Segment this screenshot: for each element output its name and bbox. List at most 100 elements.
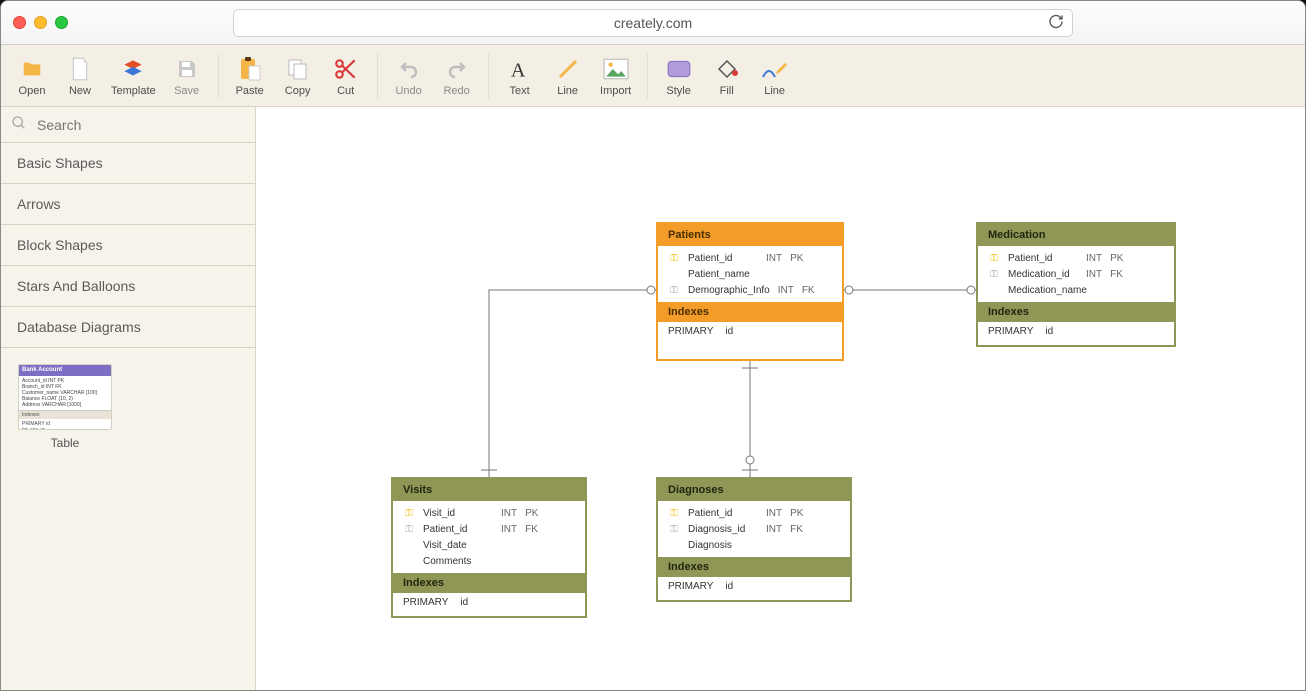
template-button[interactable]: Template [105, 48, 162, 104]
template-icon [119, 55, 147, 83]
reload-icon[interactable] [1048, 13, 1064, 32]
key-icon: ⚿ [668, 540, 680, 551]
search-input[interactable] [35, 116, 245, 134]
copy-button[interactable]: Copy [275, 48, 321, 104]
key-icon: ⚿ [668, 285, 680, 296]
key-icon: ⚿ [403, 556, 415, 567]
key-icon: ⚿ [668, 253, 680, 264]
folder-icon [18, 55, 46, 83]
undo-label: Undo [395, 85, 421, 97]
key-icon: ⚿ [403, 540, 415, 551]
fill-label: Fill [720, 85, 734, 97]
entity-title: Patients [658, 224, 842, 246]
entity-diagnoses[interactable]: Diagnoses ⚿ Patient_id INT PK ⚿ Diagnosi… [656, 477, 852, 602]
column-row: ⚿ Patient_name [668, 266, 832, 282]
sidebar-item-database-diagrams[interactable]: Database Diagrams [1, 307, 255, 348]
style-label: Style [666, 85, 690, 97]
index-row: PRIMARY id [658, 577, 850, 600]
key-icon: ⚿ [988, 285, 1000, 296]
toolbar-divider [218, 54, 219, 98]
column-row: ⚿ Patient_id INT PK [988, 250, 1164, 266]
toolbar-divider [647, 54, 648, 98]
search-box[interactable] [1, 107, 255, 143]
line-style-label: Line [764, 85, 785, 97]
sidebar-item-arrows[interactable]: Arrows [1, 184, 255, 225]
fill-button[interactable]: Fill [704, 48, 750, 104]
template-label: Template [111, 85, 156, 97]
import-button[interactable]: Import [593, 48, 639, 104]
toolbar-divider [488, 54, 489, 98]
redo-label: Redo [443, 85, 469, 97]
undo-button[interactable]: Undo [386, 48, 432, 104]
sidebar-item-basic-shapes[interactable]: Basic Shapes [1, 143, 255, 184]
save-icon [173, 55, 201, 83]
app-body: Basic Shapes Arrows Block Shapes Stars A… [1, 107, 1305, 690]
index-row: PRIMARY id [978, 322, 1174, 345]
copy-label: Copy [285, 85, 311, 97]
entity-patients[interactable]: Patients ⚿ Patient_id INT PK ⚿ Patient_n… [656, 222, 844, 361]
new-button[interactable]: New [57, 48, 103, 104]
key-icon: ⚿ [668, 524, 680, 535]
index-row: PRIMARY id [658, 322, 842, 345]
column-row: ⚿ Visit_id INT PK [403, 505, 575, 521]
key-icon: ⚿ [403, 508, 415, 519]
style-button[interactable]: Style [656, 48, 702, 104]
line-tool-button[interactable]: Line [545, 48, 591, 104]
save-button[interactable]: Save [164, 48, 210, 104]
svg-text:A: A [510, 59, 525, 80]
thumb-body: Account_id INT PK Branch_id INT FK Custo… [19, 376, 111, 411]
save-label: Save [174, 85, 199, 97]
titlebar: creately.com [1, 1, 1305, 45]
entity-columns: ⚿ Visit_id INT PK ⚿ Patient_id INT FK ⚿ … [393, 501, 585, 573]
undo-icon [395, 55, 423, 83]
index-row: PRIMARY id [393, 593, 585, 616]
search-icon [11, 115, 27, 134]
redo-button[interactable]: Redo [434, 48, 480, 104]
zoom-icon[interactable] [55, 16, 68, 29]
key-icon: ⚿ [988, 253, 1000, 264]
window-controls [13, 16, 68, 29]
category-list: Basic Shapes Arrows Block Shapes Stars A… [1, 143, 255, 348]
thumb-footer: PRIMARY id int_acc_yr [19, 419, 111, 430]
paste-icon [236, 55, 264, 83]
thumb-indexes: Indexes [19, 411, 111, 419]
column-row: ⚿ Comments [403, 553, 575, 569]
canvas[interactable]: Patients ⚿ Patient_id INT PK ⚿ Patient_n… [256, 107, 1305, 690]
line-style-button[interactable]: Line [752, 48, 798, 104]
entity-columns: ⚿ Patient_id INT PK ⚿ Diagnosis_id INT F… [658, 501, 850, 557]
style-icon [665, 55, 693, 83]
paste-button[interactable]: Paste [227, 48, 273, 104]
close-icon[interactable] [13, 16, 26, 29]
entity-title: Medication [978, 224, 1174, 246]
column-row: ⚿ Patient_id INT FK [403, 521, 575, 537]
shape-panel: Bank Account Account_id INT PK Branch_id… [1, 348, 255, 466]
paste-label: Paste [236, 85, 264, 97]
entity-visits[interactable]: Visits ⚿ Visit_id INT PK ⚿ Patient_id IN… [391, 477, 587, 618]
column-row: ⚿ Diagnosis [668, 537, 840, 553]
open-button[interactable]: Open [9, 48, 55, 104]
file-icon [66, 55, 94, 83]
minimize-icon[interactable] [34, 16, 47, 29]
text-button[interactable]: A Text [497, 48, 543, 104]
sidebar-item-stars-balloons[interactable]: Stars And Balloons [1, 266, 255, 307]
entity-title: Diagnoses [658, 479, 850, 501]
redo-icon [443, 55, 471, 83]
key-icon: ⚿ [668, 269, 680, 280]
entity-columns: ⚿ Patient_id INT PK ⚿ Patient_name ⚿ Dem… [658, 246, 842, 302]
address-bar[interactable]: creately.com [233, 9, 1073, 37]
cut-label: Cut [337, 85, 354, 97]
key-icon: ⚿ [403, 524, 415, 535]
entity-columns: ⚿ Patient_id INT PK ⚿ Medication_id INT … [978, 246, 1174, 302]
text-icon: A [506, 55, 534, 83]
toolbar: Open New Template Save Paste [1, 45, 1305, 107]
column-row: ⚿ Demographic_Info INT FK [668, 282, 832, 298]
cut-button[interactable]: Cut [323, 48, 369, 104]
thumb-title: Bank Account [19, 365, 111, 376]
entity-medication[interactable]: Medication ⚿ Patient_id INT PK ⚿ Medicat… [976, 222, 1176, 347]
column-row: ⚿ Visit_date [403, 537, 575, 553]
table-shape-thumb[interactable]: Bank Account Account_id INT PK Branch_id… [17, 364, 113, 450]
sidebar-item-block-shapes[interactable]: Block Shapes [1, 225, 255, 266]
key-icon: ⚿ [668, 508, 680, 519]
indexes-header: Indexes [658, 302, 842, 322]
indexes-header: Indexes [658, 557, 850, 577]
